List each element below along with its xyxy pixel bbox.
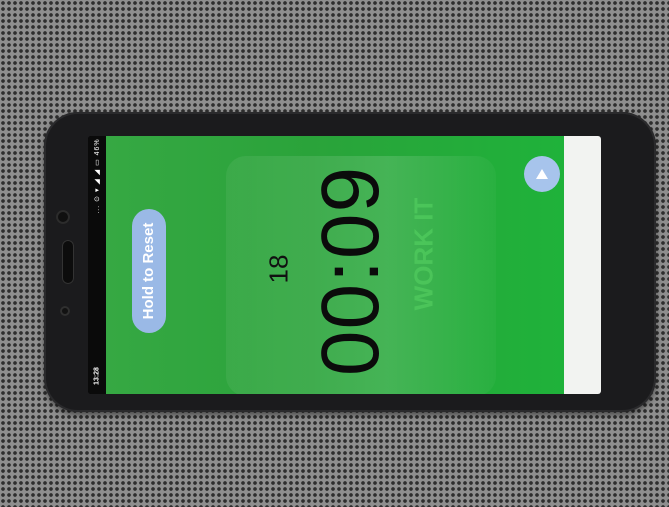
countdown-timer: 00:09 (305, 165, 396, 377)
play-button[interactable] (524, 156, 560, 192)
phone-screen: ... ⊙ ▾ ◢ ◢ ▭ 46% 13:28 Hold to Reset 18… (88, 136, 601, 394)
earpiece-speaker (62, 240, 74, 284)
timer-panel: Hold to Reset 18 00:09 WORK IT (106, 136, 564, 394)
side-panel (564, 136, 601, 394)
play-icon (536, 169, 548, 179)
round-counter: 18 (263, 254, 294, 284)
hold-to-reset-button[interactable]: Hold to Reset (132, 209, 166, 333)
status-bar: ... ⊙ ▾ ◢ ◢ ▭ 46% 13:28 (88, 136, 106, 394)
proximity-sensor (60, 306, 70, 316)
front-camera (56, 210, 70, 224)
status-time: 13:28 (93, 367, 101, 385)
status-icons: ... ⊙ ▾ ◢ ◢ ▭ 46% (94, 138, 101, 214)
phase-label: WORK IT (408, 197, 439, 311)
